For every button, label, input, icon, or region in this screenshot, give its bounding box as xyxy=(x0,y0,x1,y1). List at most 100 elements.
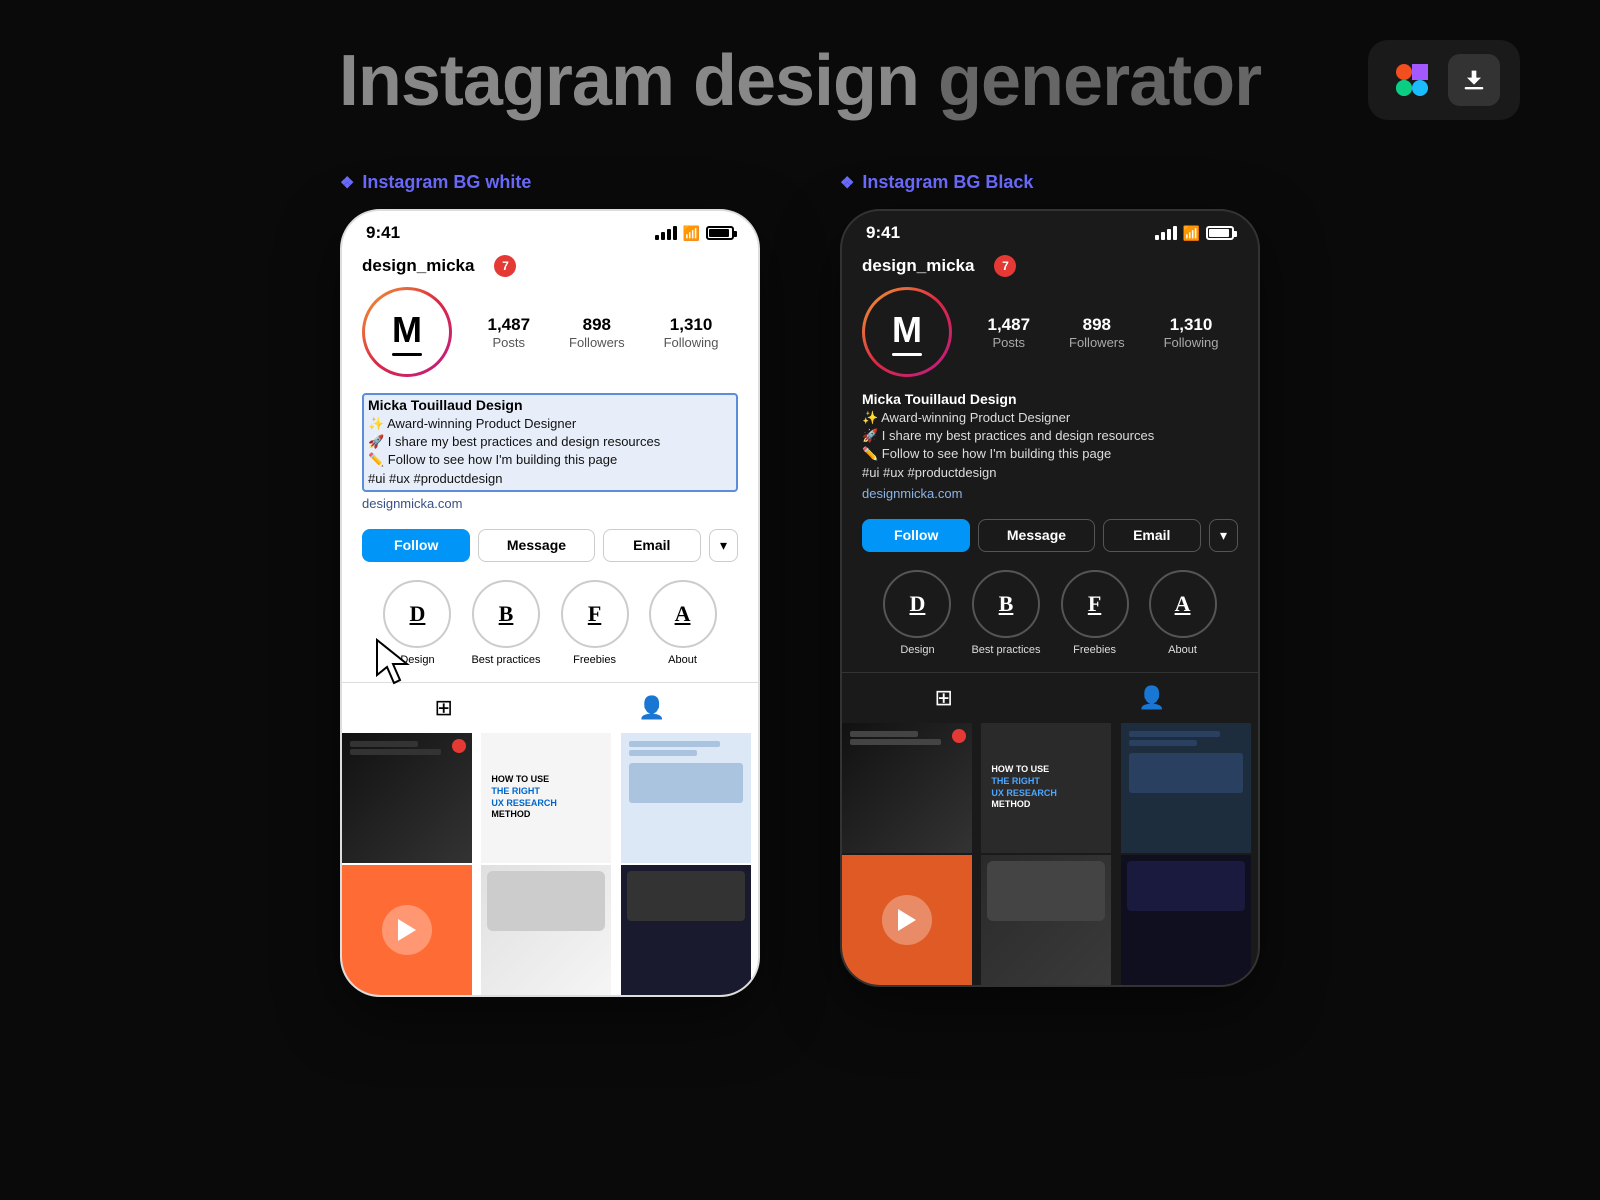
black-post-1 xyxy=(842,723,972,853)
black-avatar-stats-row: M 1,487 Posts 898 Followers xyxy=(842,287,1258,389)
white-posts-count: 1,487 xyxy=(487,315,530,335)
white-status-bar: 9:41 📶 xyxy=(342,211,758,249)
white-bio-highlight-box: Micka Touillaud Design ✨ Award-winning P… xyxy=(362,393,738,492)
white-post-3 xyxy=(621,733,751,863)
white-avatar-wrapper: M xyxy=(362,287,452,377)
white-followers-count: 898 xyxy=(569,315,625,335)
download-icon xyxy=(1460,66,1488,94)
white-email-button[interactable]: Email xyxy=(603,529,701,562)
white-posts-label: Posts xyxy=(487,335,530,350)
white-highlight-content-design: D xyxy=(410,601,426,627)
figma-icon[interactable] xyxy=(1388,56,1436,104)
black-stat-following: 1,310 Following xyxy=(1164,315,1219,350)
white-notif-badge: 7 xyxy=(494,255,516,277)
white-post-2: HOW TO USE THE RIGHT UX RESEARCH METHOD xyxy=(481,733,611,863)
white-following-label: Following xyxy=(664,335,719,350)
page-header: Instagram design generator xyxy=(0,0,1600,152)
black-avatar-letter: M xyxy=(892,309,922,351)
white-status-time: 9:41 xyxy=(366,223,400,243)
black-post-4 xyxy=(842,855,972,985)
black-tab-tagged[interactable]: 👤 xyxy=(1138,685,1165,711)
dark-signal-bar-1 xyxy=(1155,235,1159,240)
black-avatar-underline xyxy=(892,353,922,356)
white-post-5 xyxy=(481,865,611,995)
white-highlight-freebies[interactable]: F Freebies xyxy=(561,580,629,666)
white-tab-tagged[interactable]: 👤 xyxy=(638,695,665,721)
black-highlight-circle-bp: B xyxy=(972,570,1040,638)
white-bio-hashtags: #ui #ux #productdesign xyxy=(368,470,732,488)
white-section-label: Instagram BG white xyxy=(340,172,531,193)
white-highlight-design[interactable]: D Design xyxy=(383,580,451,666)
black-highlight-about[interactable]: A About xyxy=(1149,570,1217,656)
white-bio-line-1: ✨ Award-winning Product Designer xyxy=(368,415,732,433)
black-highlight-label-f: Freebies xyxy=(1073,644,1116,656)
white-highlight-bestpractices[interactable]: B Best practices xyxy=(471,580,540,666)
black-bio-name: Micka Touillaud Design xyxy=(862,391,1238,407)
black-avatar-content: M xyxy=(892,309,922,356)
signal-bar-4 xyxy=(673,226,677,240)
black-stat-posts: 1,487 Posts xyxy=(987,315,1030,350)
white-avatar-inner: M xyxy=(365,290,449,374)
post-badge-1 xyxy=(452,739,466,753)
black-action-buttons: Follow Message Email ▾ xyxy=(842,511,1258,560)
white-tab-grid[interactable]: ⊞ xyxy=(435,695,453,721)
white-avatar-content: M xyxy=(392,309,422,356)
black-highlight-circle-a: A xyxy=(1149,570,1217,638)
white-bio-section: Micka Touillaud Design ✨ Award-winning P… xyxy=(342,389,758,521)
white-highlight-label-bp: Best practices xyxy=(471,654,540,666)
black-tab-grid[interactable]: ⊞ xyxy=(935,685,953,711)
header-action-buttons xyxy=(1368,40,1520,120)
white-stat-posts: 1,487 Posts xyxy=(487,315,530,350)
black-stat-followers: 898 Followers xyxy=(1069,315,1125,350)
white-tab-bar: ⊞ 👤 xyxy=(342,682,758,733)
black-email-button[interactable]: Email xyxy=(1103,519,1201,552)
white-highlight-circle-design: D xyxy=(383,580,451,648)
white-dropdown-button[interactable]: ▾ xyxy=(709,529,738,562)
black-bio-link: designmicka.com xyxy=(862,486,1238,501)
wifi-icon-white: 📶 xyxy=(683,225,700,242)
black-highlight-bestpractices[interactable]: B Best practices xyxy=(971,570,1040,656)
signal-bar-2 xyxy=(661,232,665,240)
black-message-button[interactable]: Message xyxy=(978,519,1094,552)
battery-fill-white xyxy=(709,229,729,237)
white-action-buttons: Follow Message Email ▾ xyxy=(342,521,758,570)
black-post-badge-1 xyxy=(952,729,966,743)
white-follow-button[interactable]: Follow xyxy=(362,529,470,562)
white-status-icons: 📶 xyxy=(655,225,734,242)
white-highlight-label-a: About xyxy=(668,654,697,666)
black-followers-count: 898 xyxy=(1069,315,1125,335)
white-posts-grid: HOW TO USE THE RIGHT UX RESEARCH METHOD xyxy=(342,733,758,995)
white-highlight-label-f: Freebies xyxy=(573,654,616,666)
black-followers-label: Followers xyxy=(1069,335,1125,350)
white-highlight-circle-f: F xyxy=(561,580,629,648)
black-phone-mockup: 9:41 📶 design_micka 7 xyxy=(840,209,1260,987)
white-message-button[interactable]: Message xyxy=(478,529,594,562)
dark-signal-bar-4 xyxy=(1173,226,1177,240)
battery-white xyxy=(706,226,734,240)
black-bio-hashtags: #ui #ux #productdesign xyxy=(862,464,1238,482)
black-highlights-row: D Design B Best practices F Freebies xyxy=(842,560,1258,666)
black-bio-line-3: ✏️ Follow to see how I'm building this p… xyxy=(862,445,1238,463)
download-button[interactable] xyxy=(1448,54,1500,106)
white-highlight-circle-a: A xyxy=(649,580,717,648)
white-avatar-stats-row: M 1,487 Posts 898 Followers xyxy=(342,287,758,389)
black-dropdown-button[interactable]: ▾ xyxy=(1209,519,1238,552)
page-title: Instagram design generator xyxy=(339,40,1261,122)
black-username: design_micka xyxy=(862,256,974,276)
black-posts-grid: HOW TO USE THE RIGHT UX RESEARCH METHOD xyxy=(842,723,1258,985)
black-highlight-design[interactable]: D Design xyxy=(883,570,951,656)
white-username: design_micka xyxy=(362,256,474,276)
black-post-2: HOW TO USE THE RIGHT UX RESEARCH METHOD xyxy=(981,723,1111,853)
white-post-ux-title: HOW TO USE xyxy=(491,774,601,786)
black-bio-line-1: ✨ Award-winning Product Designer xyxy=(862,409,1238,427)
white-phone-mockup: 9:41 📶 design_micka 7 xyxy=(340,209,760,997)
white-label-text: Instagram BG white xyxy=(362,172,531,193)
white-stat-followers: 898 Followers xyxy=(569,315,625,350)
white-post-4 xyxy=(342,865,472,995)
black-follow-button[interactable]: Follow xyxy=(862,519,970,552)
black-stats-group: 1,487 Posts 898 Followers 1,310 Followin… xyxy=(968,315,1238,350)
title-part2: generator xyxy=(938,41,1261,121)
black-highlight-freebies[interactable]: F Freebies xyxy=(1061,570,1129,656)
black-post-6 xyxy=(1121,855,1251,985)
white-highlight-about[interactable]: A About xyxy=(649,580,717,666)
